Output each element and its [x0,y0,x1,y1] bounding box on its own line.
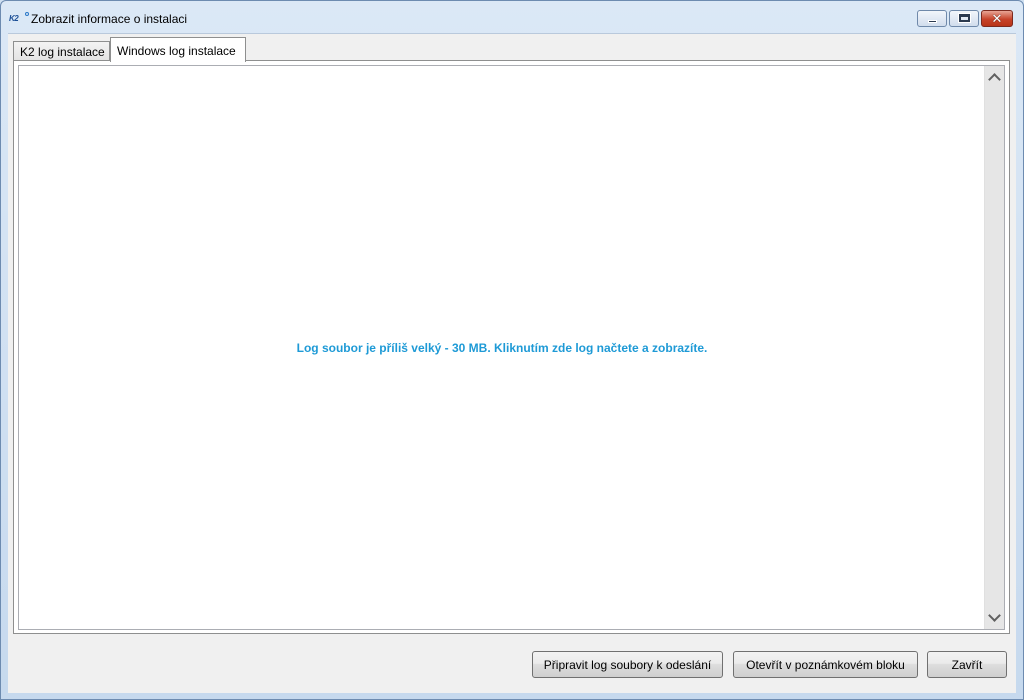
title-bar[interactable]: K2 Zobrazit informace o instalaci ✕ [1,1,1023,35]
tab-windows-log[interactable]: Windows log instalace [110,37,246,62]
vertical-scrollbar[interactable] [984,66,1004,629]
chevron-down-icon [988,609,1001,622]
close-icon: ✕ [991,11,1003,26]
minimize-icon [928,20,937,23]
maximize-icon [958,13,971,23]
prepare-logs-button[interactable]: Připravit log soubory k odeslání [532,651,723,678]
chevron-up-icon [988,73,1001,86]
window-controls: ✕ [917,10,1013,28]
k2-logo-icon: K2 [9,12,29,26]
open-in-notepad-button[interactable]: Otevřít v poznámkovém bloku [733,651,918,678]
window-title: Zobrazit informace o instalaci [31,12,188,26]
close-window-button[interactable]: ✕ [981,10,1013,27]
tab-k2-log[interactable]: K2 log instalace [13,41,110,61]
load-log-link[interactable]: Log soubor je příliš velký - 30 MB. Klik… [19,341,985,355]
maximize-button[interactable] [949,10,979,27]
logo-text: K2 [9,14,19,23]
logo-dot [25,12,29,16]
minimize-button[interactable] [917,10,947,27]
scroll-down-button[interactable] [985,607,1004,625]
log-viewer[interactable]: Log soubor je příliš velký - 30 MB. Klik… [18,65,1005,630]
scroll-up-button[interactable] [985,68,1004,86]
dialog-body: K2 log instalace Windows log instalace L… [8,33,1016,693]
application-window: K2 Zobrazit informace o instalaci ✕ K2 l… [0,0,1024,700]
tab-panel-windows-log: Log soubor je příliš velký - 30 MB. Klik… [13,60,1010,634]
close-button[interactable]: Zavřít [927,651,1007,678]
